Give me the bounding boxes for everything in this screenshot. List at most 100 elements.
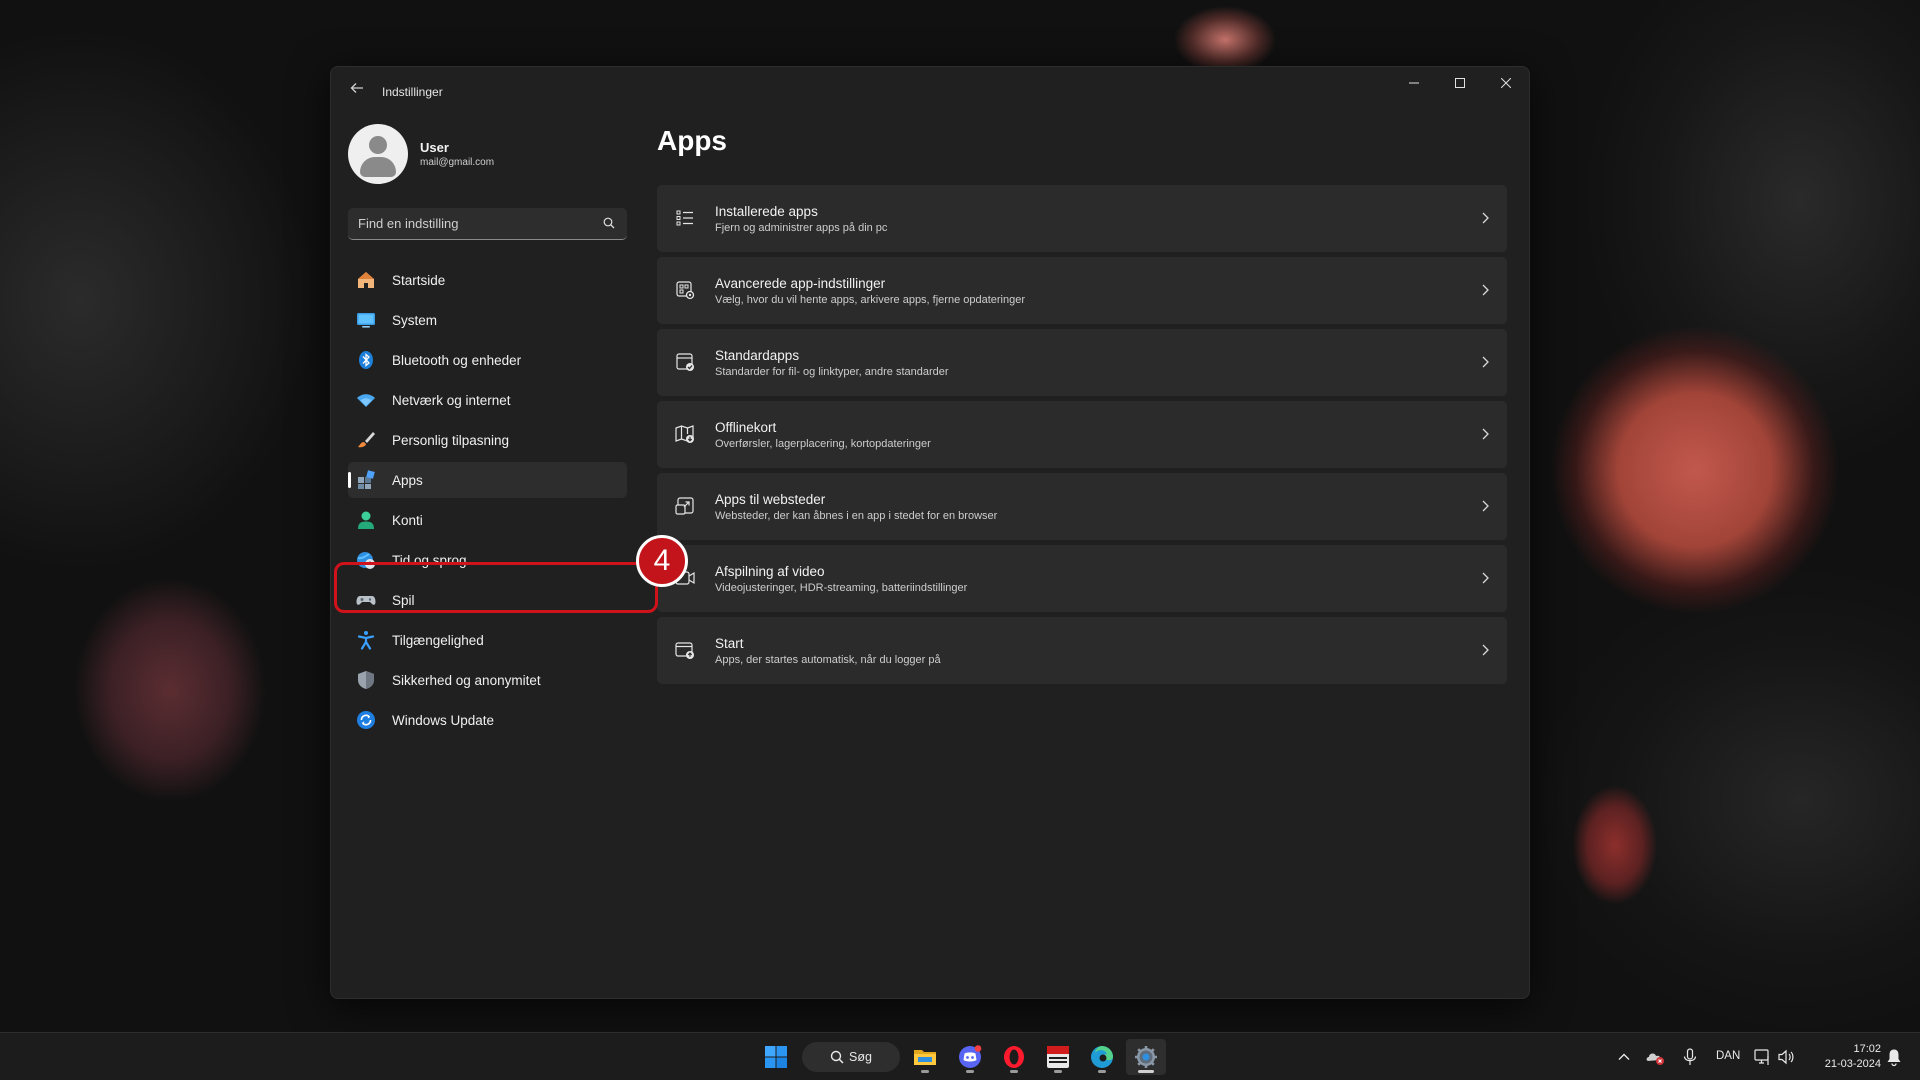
- sidebar-item-accounts[interactable]: Konti: [348, 502, 627, 538]
- sidebar-item-apps[interactable]: Apps: [348, 462, 627, 498]
- sidebar-item-accessibility[interactable]: Tilgængelighed: [348, 622, 627, 658]
- sidebar-item-label: Konti: [392, 513, 423, 528]
- sidebar-item-label: System: [392, 313, 438, 328]
- card-title: Installerede apps: [715, 204, 818, 219]
- bluetooth-icon: [359, 351, 373, 369]
- opera-icon: [1004, 1046, 1024, 1068]
- title-bar[interactable]: Indstillinger: [331, 67, 1529, 115]
- card-startup[interactable]: Start Apps, der startes automatisk, når …: [657, 617, 1507, 684]
- taskbar-search-button[interactable]: Søg: [802, 1042, 900, 1072]
- windows-start-button[interactable]: [756, 1039, 796, 1075]
- notification-bell-icon[interactable]: [1884, 1047, 1904, 1067]
- taskbar-edge[interactable]: [1082, 1039, 1122, 1075]
- card-title: Avancerede app-indstillinger: [715, 276, 886, 291]
- startup-icon: [675, 642, 694, 659]
- card-description: Standarder for fil- og linktyper, andre …: [715, 366, 949, 378]
- accessibility-icon: [357, 631, 375, 650]
- sidebar-item-system[interactable]: System: [348, 302, 627, 338]
- file-explorer-icon: [914, 1050, 936, 1065]
- person-icon: [358, 511, 374, 529]
- card-title: Standardapps: [715, 348, 800, 363]
- minimize-button[interactable]: [1391, 67, 1437, 99]
- open-in-app-icon: [675, 497, 694, 515]
- sidebar-item-startside[interactable]: Startside: [348, 262, 627, 298]
- taskbar-file-explorer[interactable]: [905, 1039, 945, 1075]
- shield-icon: [358, 671, 374, 689]
- wifi-icon: [357, 394, 375, 407]
- sidebar-item-label: Windows Update: [392, 713, 495, 728]
- chevron-right-icon: [1482, 212, 1489, 224]
- taskbar-voicemeeter[interactable]: [1038, 1039, 1078, 1075]
- window-title: Indstillinger: [382, 85, 443, 99]
- chevron-right-icon: [1482, 284, 1489, 296]
- card-title: Offlinekort: [715, 420, 777, 435]
- microphone-icon[interactable]: [1680, 1047, 1700, 1067]
- card-title: Apps til websteder: [715, 492, 826, 507]
- sidebar-item-bluetooth[interactable]: Bluetooth og enheder: [348, 342, 627, 378]
- sidebar-item-time-language[interactable]: Tid og sprog: [348, 542, 627, 578]
- card-default-apps[interactable]: Standardapps Standarder for fil- og link…: [657, 329, 1507, 396]
- onedrive-error-icon[interactable]: [1645, 1047, 1665, 1067]
- discord-icon: [959, 1045, 982, 1068]
- search-icon[interactable]: [603, 217, 615, 229]
- apps-icon: [358, 470, 375, 489]
- search-icon: [830, 1050, 844, 1064]
- settings-list: Installerede apps Fjern og administrer a…: [657, 185, 1507, 689]
- taskbar-discord[interactable]: [950, 1039, 990, 1075]
- sidebar-item-label: Netværk og internet: [392, 393, 511, 408]
- network-icon[interactable]: [1753, 1047, 1773, 1067]
- card-installed-apps[interactable]: Installerede apps Fjern og administrer a…: [657, 185, 1507, 252]
- step-number-badge: 4: [636, 535, 688, 587]
- sidebar-nav: Startside System Bluetooth og enheder Ne…: [348, 262, 627, 742]
- list-icon: [676, 210, 693, 226]
- sidebar-item-label: Tid og sprog: [392, 553, 467, 568]
- sidebar-item-gaming[interactable]: Spil: [348, 582, 627, 618]
- home-icon: [358, 272, 374, 288]
- app-settings-icon: [676, 281, 695, 300]
- page-title: Apps: [657, 125, 727, 156]
- card-description: Overførsler, lagerplacering, kortopdater…: [715, 438, 931, 450]
- update-icon: [357, 711, 375, 729]
- volume-icon[interactable]: [1776, 1047, 1796, 1067]
- chevron-up-icon[interactable]: [1614, 1047, 1634, 1067]
- gamepad-icon: [356, 596, 376, 605]
- taskbar-settings[interactable]: [1126, 1039, 1166, 1075]
- chevron-right-icon: [1482, 572, 1489, 584]
- card-video-playback[interactable]: Afspilning af video Videojusteringer, HD…: [657, 545, 1507, 612]
- card-description: Videojusteringer, HDR-streaming, batteri…: [715, 582, 968, 594]
- input-language-indicator[interactable]: DAN: [1716, 1050, 1740, 1062]
- sidebar-item-personalization[interactable]: Personlig tilpasning: [348, 422, 627, 458]
- settings-search[interactable]: [348, 208, 627, 240]
- monitor-icon: [357, 313, 375, 328]
- settings-icon: [1135, 1046, 1157, 1068]
- taskbar-search-label: Søg: [849, 1050, 872, 1064]
- card-advanced-app-settings[interactable]: Avancerede app-indstillinger Vælg, hvor …: [657, 257, 1507, 324]
- card-description: Vælg, hvor du vil hente apps, arkivere a…: [715, 294, 1026, 306]
- sidebar-item-privacy[interactable]: Sikkerhed og anonymitet: [348, 662, 627, 698]
- search-input[interactable]: [358, 208, 588, 238]
- clock-date: 21-03-2024: [1824, 1058, 1881, 1070]
- windows-start-icon: [765, 1046, 787, 1068]
- card-description: Websteder, der kan åbnes i en app i sted…: [715, 510, 998, 522]
- sidebar-item-windows-update[interactable]: Windows Update: [348, 702, 627, 738]
- sidebar-item-label: Apps: [392, 473, 423, 488]
- card-offline-maps[interactable]: Offlinekort Overførsler, lagerplacering,…: [657, 401, 1507, 468]
- sidebar-item-label: Personlig tilpasning: [392, 433, 510, 448]
- edge-icon: [1091, 1046, 1113, 1068]
- paintbrush-icon: [358, 432, 375, 448]
- card-description: Fjern og administrer apps på din pc: [715, 222, 888, 234]
- card-apps-for-websites[interactable]: Apps til websteder Websteder, der kan åb…: [657, 473, 1507, 540]
- close-button[interactable]: [1483, 67, 1529, 99]
- sidebar-item-label: Startside: [392, 273, 446, 288]
- card-description: Apps, der startes automatisk, når du log…: [715, 654, 941, 666]
- default-apps-icon: [676, 353, 694, 371]
- card-title: Afspilning af video: [715, 564, 825, 579]
- taskbar-opera[interactable]: [994, 1039, 1034, 1075]
- sidebar-item-label: Bluetooth og enheder: [392, 353, 522, 368]
- maximize-button[interactable]: [1437, 67, 1483, 99]
- taskbar-clock[interactable]: 17:02 21-03-2024: [1811, 1042, 1881, 1072]
- sidebar-item-network[interactable]: Netværk og internet: [348, 382, 627, 418]
- user-account-card[interactable]: User mail@gmail.com: [348, 124, 618, 184]
- back-arrow-icon[interactable]: [345, 79, 369, 103]
- globe-clock-icon: [357, 552, 375, 569]
